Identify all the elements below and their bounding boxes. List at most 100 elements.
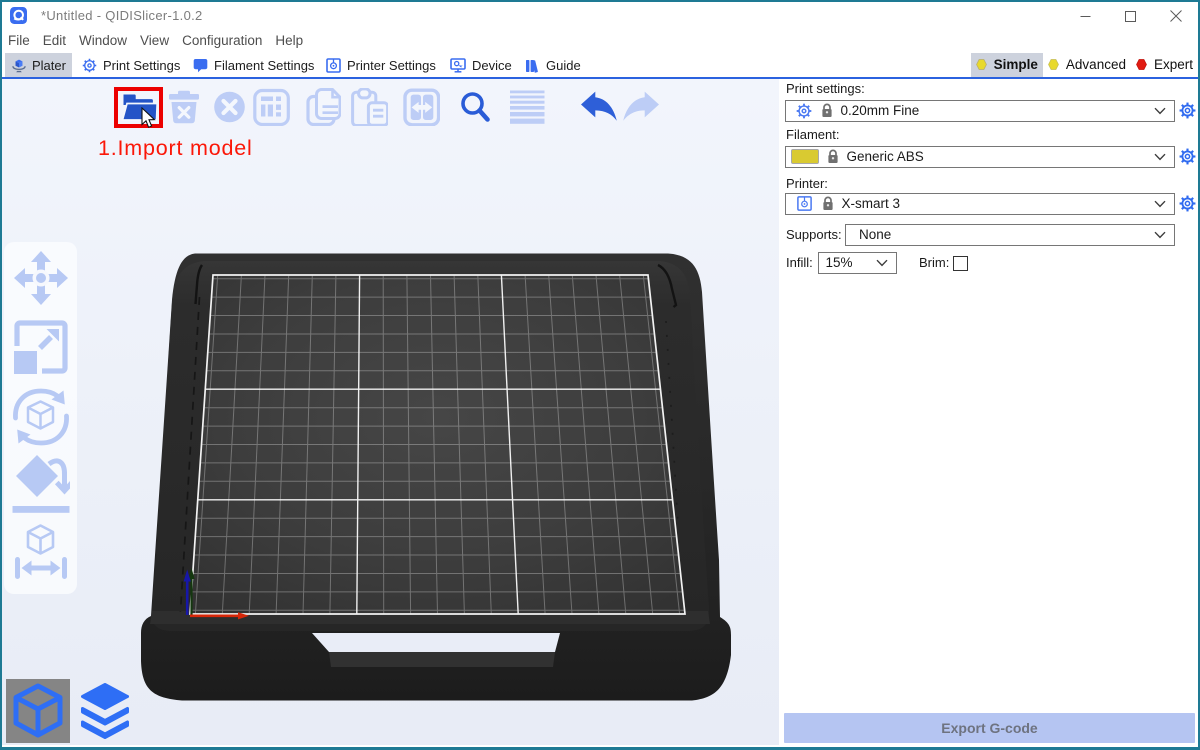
print-settings-gear-button[interactable] — [1179, 102, 1196, 119]
chevron-down-icon — [1154, 107, 1166, 115]
chevron-down-icon — [1154, 231, 1166, 239]
mode-expert-label: Expert — [1154, 57, 1193, 72]
infill-value: 15% — [826, 255, 853, 270]
minimize-icon — [1080, 11, 1091, 22]
preview-layers-button[interactable] — [72, 679, 138, 743]
mode-expert[interactable]: Expert — [1131, 53, 1198, 77]
rotate-gizmo-button[interactable] — [12, 388, 70, 446]
menu-window[interactable]: Window — [79, 33, 127, 48]
paste-button[interactable] — [350, 88, 388, 126]
tab-print-settings-label: Print Settings — [103, 58, 180, 73]
redo-button[interactable] — [623, 88, 661, 126]
lock-icon — [822, 196, 834, 211]
build-plate-tray — [141, 254, 731, 701]
delete-button[interactable] — [165, 88, 203, 126]
window-title: *Untitled - QIDISlicer-1.0.2 — [41, 8, 203, 23]
supports-combo[interactable]: None — [845, 224, 1175, 246]
export-gcode-label: Export G-code — [941, 720, 1037, 736]
scale-gizmo-button[interactable] — [12, 318, 70, 376]
supports-value: None — [859, 227, 891, 242]
tab-filament-settings-label: Filament Settings — [214, 58, 314, 73]
advanced-hexagon-icon — [1048, 59, 1059, 70]
filament-combo[interactable]: Generic ABS — [785, 146, 1175, 168]
printer-small-icon — [797, 196, 812, 211]
gizmo-toolbar — [4, 242, 77, 594]
filament-icon — [193, 58, 208, 73]
print-profile-gear-icon — [796, 103, 812, 119]
gear-outline-icon — [82, 58, 97, 73]
tab-filament-settings[interactable]: Filament Settings — [187, 53, 320, 77]
mode-selector: Simple Advanced Expert — [971, 52, 1198, 77]
chevron-down-icon — [1154, 200, 1166, 208]
copy-button[interactable] — [303, 88, 341, 126]
mode-advanced-label: Advanced — [1066, 57, 1126, 72]
plater-icon — [11, 58, 27, 74]
delete-all-button[interactable] — [211, 88, 249, 126]
printer-value: X-smart 3 — [842, 196, 901, 211]
app-window: *Untitled - QIDISlicer-1.0.2 File Edit W… — [0, 0, 1200, 750]
mode-simple-label: Simple — [994, 57, 1038, 72]
undo-button[interactable] — [579, 88, 617, 126]
print-settings-value: 0.20mm Fine — [841, 103, 920, 118]
guide-icon — [525, 58, 540, 73]
tab-plater-label: Plater — [32, 58, 66, 73]
mode-simple[interactable]: Simple — [971, 53, 1043, 77]
menu-help[interactable]: Help — [275, 33, 303, 48]
3d-editor-view-button[interactable] — [6, 679, 70, 743]
printer-label: Printer: — [786, 176, 828, 191]
preview-layers-icon — [74, 682, 136, 740]
printer-gear-button[interactable] — [1179, 195, 1196, 212]
mode-advanced[interactable]: Advanced — [1043, 53, 1131, 77]
split-objects-button[interactable] — [402, 88, 440, 126]
measure-gizmo-button[interactable] — [12, 523, 70, 581]
printer-combo[interactable]: X-smart 3 — [785, 193, 1175, 215]
settings-sidebar: Print settings: 0.20mm Fine — [779, 79, 1198, 745]
tab-printer-settings[interactable]: Printer Settings — [320, 53, 442, 77]
maximize-button[interactable] — [1108, 2, 1153, 30]
place-on-face-gizmo-button[interactable] — [12, 455, 70, 513]
filament-gear-button[interactable] — [1179, 148, 1196, 165]
brim-label: Brim: — [919, 255, 949, 270]
main-area: 1.Import model — [2, 79, 1198, 745]
filament-label: Filament: — [786, 127, 839, 142]
menu-view[interactable]: View — [140, 33, 169, 48]
expert-hexagon-icon — [1136, 59, 1147, 70]
lock-icon — [827, 149, 839, 164]
print-settings-label: Print settings: — [786, 81, 865, 96]
tab-bar: Plater Print Settin — [2, 51, 1198, 77]
infill-combo[interactable]: 15% — [818, 252, 897, 274]
brim-checkbox[interactable] — [953, 256, 968, 271]
menu-edit[interactable]: Edit — [43, 33, 66, 48]
maximize-icon — [1125, 11, 1136, 22]
import-annotation: 1.Import model — [98, 136, 253, 161]
arrange-button[interactable] — [252, 88, 290, 126]
print-settings-combo[interactable]: 0.20mm Fine — [785, 100, 1175, 122]
infill-label: Infill: — [786, 255, 813, 270]
simple-hexagon-icon — [976, 59, 987, 70]
tab-device-label: Device — [472, 58, 512, 73]
close-button[interactable] — [1153, 2, 1198, 30]
search-button[interactable] — [456, 88, 494, 126]
chevron-down-icon — [876, 259, 888, 267]
tab-print-settings[interactable]: Print Settings — [76, 53, 186, 77]
3d-editor-view-icon — [11, 683, 65, 739]
title-bar: *Untitled - QIDISlicer-1.0.2 — [2, 2, 1198, 30]
mouse-cursor — [141, 107, 157, 130]
tab-guide[interactable]: Guide — [519, 53, 587, 77]
supports-label: Supports: — [786, 227, 842, 242]
move-gizmo-button[interactable] — [12, 249, 70, 307]
menu-bar: File Edit Window View Configuration Help — [2, 30, 1198, 52]
filament-value: Generic ABS — [847, 149, 924, 164]
variable-layer-height-button[interactable] — [508, 88, 546, 126]
app-logo-icon — [10, 7, 27, 24]
menu-configuration[interactable]: Configuration — [182, 33, 262, 48]
tab-printer-settings-label: Printer Settings — [347, 58, 436, 73]
tab-device[interactable]: Device — [444, 53, 518, 77]
minimize-button[interactable] — [1063, 2, 1108, 30]
viewport-3d[interactable]: 1.Import model — [2, 79, 779, 745]
export-gcode-button[interactable]: Export G-code — [784, 713, 1195, 743]
menu-file[interactable]: File — [8, 33, 30, 48]
build-plate — [2, 79, 779, 745]
close-icon — [1170, 10, 1182, 22]
device-icon — [450, 58, 466, 73]
